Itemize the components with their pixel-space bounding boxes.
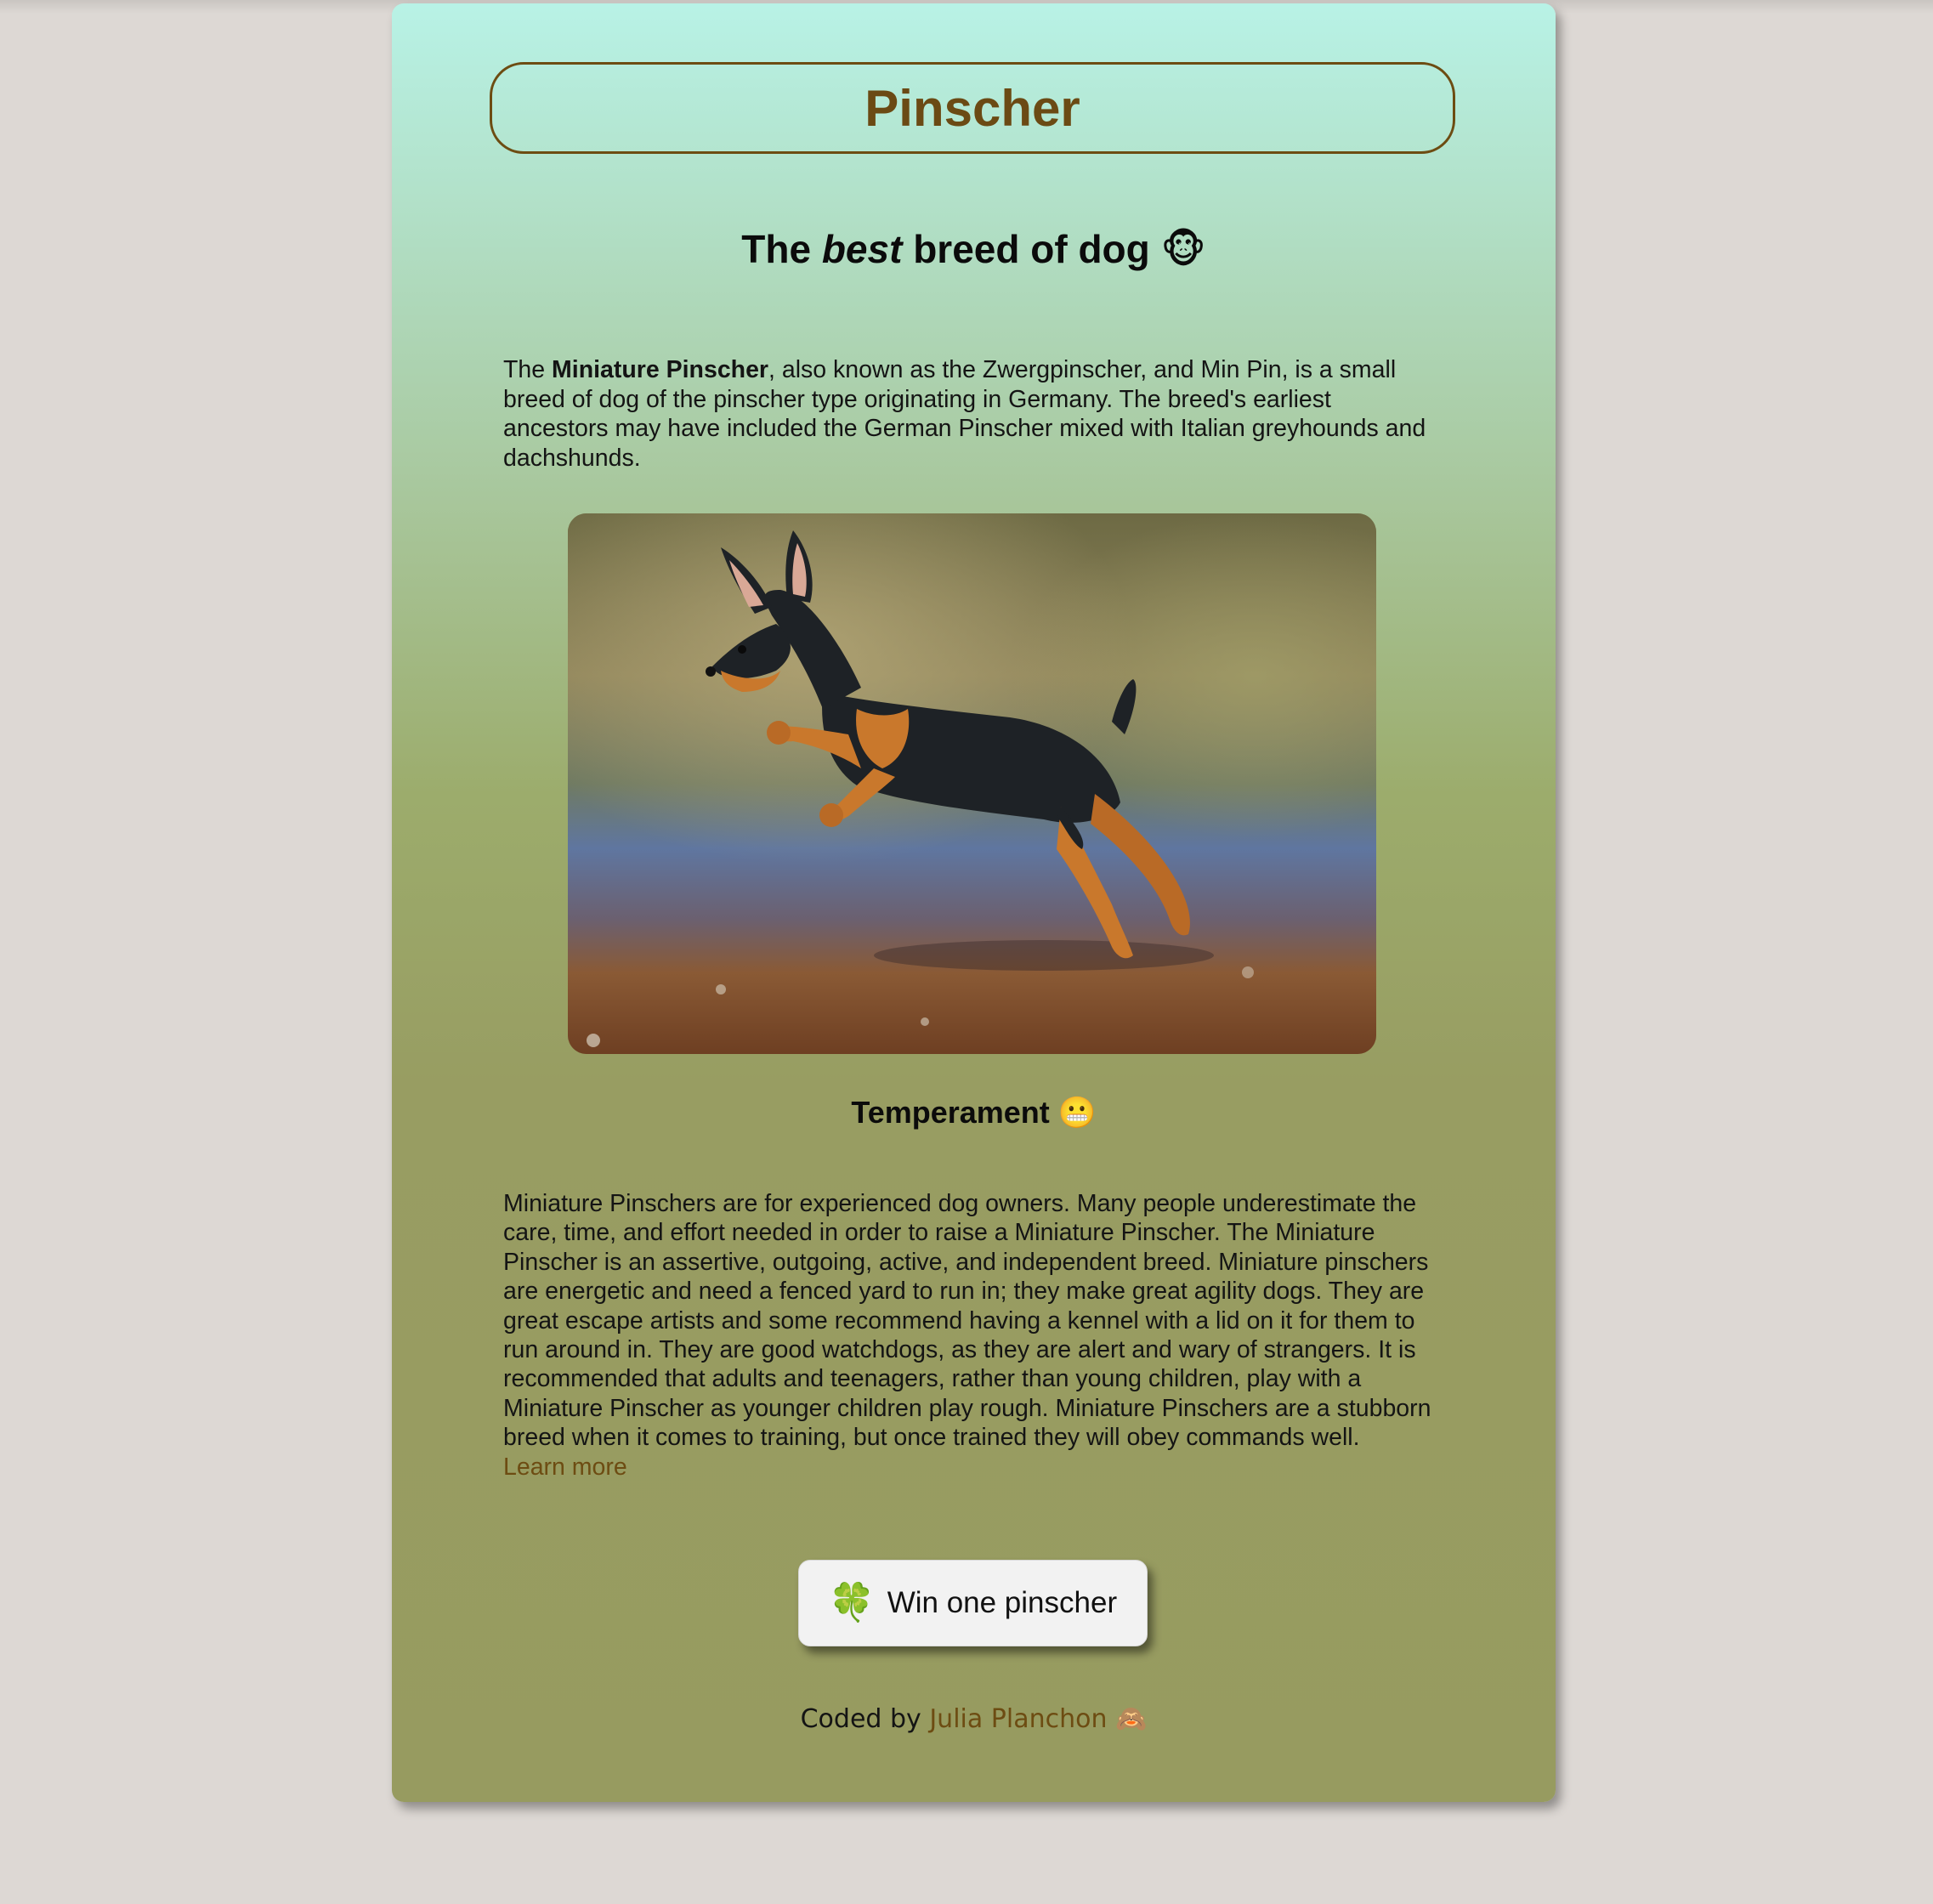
temperament-heading: Temperament 😬 (392, 1095, 1556, 1130)
four-leaf-clover-icon: 🍀 (828, 1581, 876, 1624)
monkey-face-icon: 🐵 (1160, 226, 1206, 272)
subtitle-suffix: breed of dog (902, 227, 1161, 271)
dog-illustration (568, 513, 1376, 1054)
temperament-title: Temperament (851, 1095, 1058, 1130)
subtitle-emphasis: best (821, 227, 903, 271)
subtitle-prefix: The (741, 227, 822, 271)
subtitle-heading: The best breed of dog 🐵 (392, 226, 1556, 272)
pinscher-photo (568, 513, 1376, 1054)
temperament-section: Miniature Pinschers are for experienced … (503, 1189, 1447, 1482)
see-no-evil-monkey-icon: 🙈 (1115, 1704, 1148, 1734)
author-link[interactable]: Julia Planchon (929, 1704, 1107, 1734)
intro-bold-name: Miniature Pinscher (552, 356, 769, 383)
page-title: Pinscher (864, 79, 1080, 137)
footer-credit: Coded by Julia Planchon 🙈 (392, 1704, 1556, 1734)
learn-more-link[interactable]: Learn more (503, 1453, 1447, 1482)
temperament-paragraph: Miniature Pinschers are for experienced … (503, 1190, 1431, 1452)
intro-lead: The (503, 356, 553, 383)
footer-prefix: Coded by (800, 1704, 930, 1734)
content-card: Pinscher The best breed of dog 🐵 The Min… (392, 3, 1556, 1802)
win-button-label: Win one pinscher (887, 1586, 1118, 1619)
title-banner: Pinscher (490, 62, 1455, 154)
win-pinscher-button[interactable]: 🍀 Win one pinscher (798, 1560, 1148, 1646)
intro-paragraph: The Miniature Pinscher, also known as th… (503, 355, 1438, 473)
grimacing-face-icon: 😬 (1057, 1096, 1097, 1130)
